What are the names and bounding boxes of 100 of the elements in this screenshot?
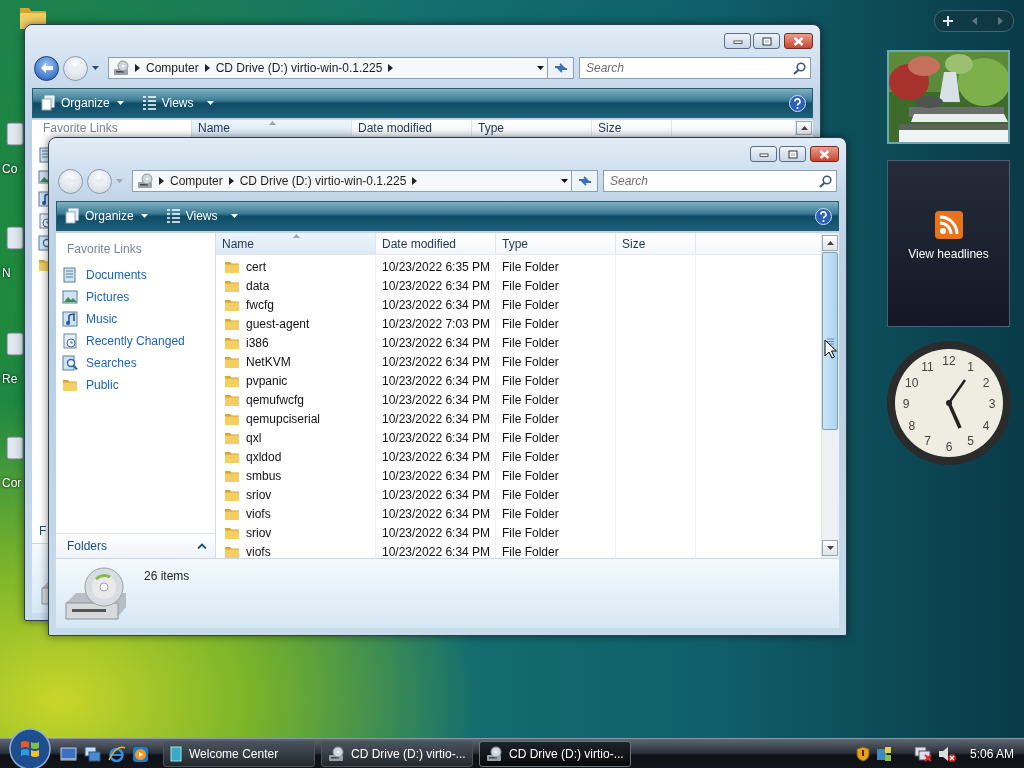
clock-time[interactable]: 5:06 AM <box>969 747 1014 761</box>
table-cell-text: File Folder <box>501 487 560 502</box>
quick-launch-button[interactable] <box>60 745 77 763</box>
maximize-button[interactable] <box>753 33 780 49</box>
file-name[interactable]: cert <box>246 259 266 274</box>
windows-logo-icon <box>8 727 52 768</box>
column-header[interactable]: Size <box>616 233 696 254</box>
caret-icon <box>116 101 124 105</box>
clock-numeral: 2 <box>982 375 990 390</box>
file-name[interactable]: data <box>246 278 270 293</box>
breadcrumb-link[interactable]: CD Drive (D:) virtio-win-0.1.225 <box>215 61 383 75</box>
magnifier-document-icon <box>62 355 78 371</box>
file-name[interactable]: qxldod <box>246 449 282 464</box>
quick-launch-button[interactable] <box>108 745 125 763</box>
sidebar-link[interactable]: Recently Changed <box>56 330 215 352</box>
desktop-icon-label[interactable]: Re <box>2 372 18 386</box>
clock-numeral: 1 <box>967 359 974 374</box>
file-name[interactable]: i386 <box>246 335 269 350</box>
clock-numeral: 9 <box>902 397 910 411</box>
file-name[interactable]: qemupciserial <box>246 411 321 426</box>
toolbar-button[interactable]: Views <box>163 208 240 224</box>
start-button[interactable] <box>8 727 52 768</box>
taskbar-button[interactable]: CD Drive (D:) virtio-... <box>321 741 473 767</box>
breadcrumb-link[interactable]: Computer <box>146 61 199 75</box>
refresh-button[interactable] <box>571 170 598 192</box>
desktop-icon-label[interactable]: Co <box>2 162 18 176</box>
network-disconnected-icon[interactable] <box>913 746 932 762</box>
table-cell-text: File Folder <box>501 411 560 426</box>
scroll-thumb[interactable] <box>822 252 838 430</box>
toolbar-button[interactable]: Views <box>139 95 216 111</box>
desktop-icon-label[interactable]: N <box>2 266 11 280</box>
file-name[interactable]: qemufwcfg <box>246 392 305 407</box>
table-cell-text: 10/23/2022 6:34 PM <box>381 373 492 388</box>
column-header[interactable]: Name <box>192 120 352 136</box>
maximize-icon <box>761 36 772 46</box>
folder-icon <box>224 278 240 293</box>
scroll-up-button[interactable] <box>796 121 812 135</box>
folders-label: F <box>39 524 47 538</box>
chevron-up-icon <box>197 543 207 549</box>
column-header[interactable]: Date modified <box>376 233 496 254</box>
column-header[interactable]: Type <box>496 233 616 254</box>
quick-launch-button[interactable] <box>84 745 101 763</box>
close-button[interactable] <box>784 33 813 49</box>
maximize-button[interactable] <box>779 146 806 162</box>
column-header[interactable]: Type <box>472 120 592 136</box>
pages-icon <box>65 208 80 224</box>
cd-drive-icon <box>328 746 344 762</box>
maximize-icon <box>787 149 798 159</box>
network-center-icon[interactable] <box>875 746 892 762</box>
quick-launch-button[interactable] <box>132 745 149 763</box>
scroll-up-button[interactable] <box>822 235 838 251</box>
address-bar[interactable]: Computer CD Drive (D:) virtio-win-0.1.225 <box>132 170 572 192</box>
file-name[interactable]: pvpanic <box>246 373 288 388</box>
file-name[interactable]: NetKVM <box>246 354 291 369</box>
file-name[interactable]: viofs <box>246 544 271 558</box>
table-cell-text: 10/23/2022 6:34 PM <box>381 506 492 521</box>
file-name[interactable]: guest-agent <box>246 316 310 331</box>
volume-muted-icon[interactable] <box>937 746 956 762</box>
caret-icon <box>560 179 568 183</box>
toolbar-button[interactable]: Organize <box>39 95 126 111</box>
column-header[interactable]: Size <box>592 120 672 136</box>
file-name[interactable]: smbus <box>246 468 282 483</box>
left-arrow-icon <box>971 17 977 25</box>
toolbar-button[interactable]: Organize <box>63 208 150 224</box>
column-header[interactable]: Date modified <box>352 120 472 136</box>
refresh-button[interactable] <box>547 57 574 79</box>
file-name[interactable]: viofs <box>246 506 271 521</box>
clock-numeral: 4 <box>982 418 990 433</box>
caret-icon <box>536 66 544 70</box>
help-icon[interactable] <box>815 207 832 225</box>
breadcrumb-link[interactable]: Computer <box>170 174 223 188</box>
sidebar-link[interactable]: Public <box>56 374 215 396</box>
shield-icon[interactable] <box>855 746 870 762</box>
file-name[interactable]: sriov <box>246 487 272 502</box>
browser-icon <box>108 745 125 763</box>
scrollbar[interactable] <box>821 233 839 558</box>
minimize-button[interactable] <box>750 146 777 162</box>
chevron-icon <box>135 64 140 72</box>
folder-icon <box>224 354 240 369</box>
back-button[interactable] <box>34 55 59 81</box>
search-icon <box>819 174 832 188</box>
help-icon[interactable] <box>789 94 806 112</box>
file-name[interactable]: fwcfg <box>246 297 274 312</box>
sidebar-link[interactable]: Documents <box>56 264 215 286</box>
scroll-down-button[interactable] <box>822 540 838 556</box>
taskbar-button[interactable]: Welcome Center <box>163 741 315 767</box>
breadcrumb-link[interactable]: CD Drive (D:) virtio-win-0.1.225 <box>239 174 407 188</box>
folders-bar[interactable]: Folders <box>56 533 215 558</box>
taskbar-button[interactable]: CD Drive (D:) virtio-... <box>479 741 631 767</box>
file-name[interactable]: qxl <box>246 430 262 445</box>
column-header[interactable]: Name <box>216 233 376 254</box>
sidebar-link[interactable]: Music <box>56 308 215 330</box>
close-button[interactable] <box>810 146 839 162</box>
sidebar-link[interactable]: Pictures <box>56 286 215 308</box>
caret-icon <box>116 179 123 183</box>
file-name[interactable]: sriov <box>246 525 272 540</box>
address-bar[interactable]: Computer CD Drive (D:) virtio-win-0.1.225 <box>108 57 548 79</box>
sidebar-link[interactable]: Searches <box>56 352 215 374</box>
minimize-button[interactable] <box>724 33 751 49</box>
feed-link[interactable]: View headlines <box>908 247 989 261</box>
